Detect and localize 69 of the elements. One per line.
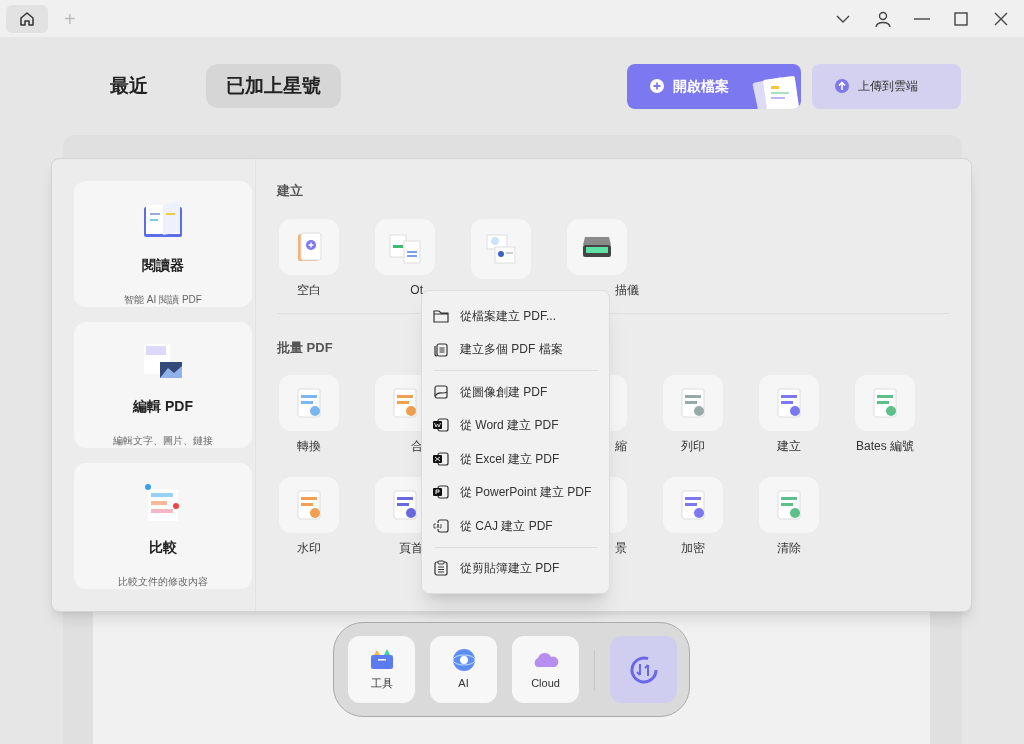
powerpoint-icon: [432, 483, 450, 502]
tool-tile[interactable]: [279, 375, 339, 431]
menu-item[interactable]: 從 PowerPoint 建立 PDF: [422, 475, 609, 509]
tool-tile[interactable]: [855, 375, 915, 431]
open-file-button[interactable]: 開啟檔案: [627, 63, 801, 109]
feature-card[interactable]: 比較 比較文件的修改內容: [74, 463, 252, 589]
card-title: 比較: [149, 538, 177, 557]
menu-item[interactable]: 建立多個 PDF 檔案: [422, 332, 609, 366]
dock-button[interactable]: 工具: [348, 636, 415, 703]
feature-card[interactable]: 編輯 PDF 編輯文字、圖片、鏈接: [74, 322, 252, 448]
caj-icon: [432, 516, 450, 535]
tool-label: 景: [615, 540, 627, 557]
tool-tile[interactable]: [567, 218, 627, 275]
upload-icon: [834, 78, 850, 94]
tool-label: 清除: [776, 540, 802, 557]
maximize-icon: [952, 9, 970, 28]
user-icon: [874, 9, 892, 28]
tool-tile[interactable]: [759, 375, 819, 431]
tool-label: 頁首: [399, 540, 423, 557]
tool-tile[interactable]: [279, 477, 339, 533]
tool-label: 列印: [680, 438, 706, 455]
menu-item[interactable]: 從 Excel 建立 PDF: [422, 442, 609, 476]
section-heading: 建立: [277, 182, 303, 200]
maximize-button[interactable]: [952, 9, 970, 28]
dock-button[interactable]: AI: [430, 636, 497, 703]
menu-item[interactable]: 從剪貼簿建立 PDF: [422, 551, 609, 585]
tool-label: 縮: [615, 438, 627, 455]
tool-tile[interactable]: [279, 218, 339, 275]
copy-icon: [432, 340, 450, 359]
clipboard-icon: [432, 559, 450, 578]
tool-tile[interactable]: [759, 477, 819, 533]
plus-icon: [649, 78, 665, 94]
card-title: 閱讀器: [142, 256, 184, 275]
menu-item[interactable]: 從 Word 建立 PDF: [422, 408, 609, 442]
minimize-button[interactable]: [914, 17, 930, 20]
word-icon: [432, 416, 450, 435]
tool-label: 加密: [680, 540, 706, 557]
feature-card[interactable]: 閱讀器 智能 AI 閱讀 PDF: [74, 181, 252, 307]
image-icon: [432, 382, 450, 401]
tool-tile[interactable]: [663, 477, 723, 533]
tool-label: Bates 編號: [855, 438, 915, 455]
excel-icon: [432, 449, 450, 468]
card-subtitle: 比較文件的修改內容: [118, 575, 208, 589]
tool-label: 轉換: [296, 438, 322, 455]
view-tab[interactable]: 最近: [90, 64, 168, 108]
menu-item[interactable]: 從圖像創建 PDF: [422, 375, 609, 409]
tool-label: 空白: [296, 281, 322, 299]
upload-button[interactable]: 上傳到雲端: [812, 63, 961, 109]
card-subtitle: 編輯文字、圖片、鏈接: [113, 434, 213, 448]
tool-label: 描儀: [615, 281, 639, 299]
tool-tile[interactable]: [375, 218, 435, 275]
tool-label: Ot: [410, 281, 423, 299]
home-tab[interactable]: [6, 4, 48, 33]
tool-label: 水印: [296, 540, 322, 557]
tool-label: 建立: [776, 438, 802, 455]
dock-button[interactable]: Cloud: [512, 636, 579, 703]
section-heading: 批量 PDF: [277, 338, 333, 357]
menu-item[interactable]: 從檔案建立 PDF...: [422, 299, 609, 333]
minimize-icon: [914, 17, 930, 20]
sync-button[interactable]: [610, 636, 677, 703]
menu-item[interactable]: 從 CAJ 建立 PDF: [422, 509, 609, 543]
card-subtitle: 智能 AI 閱讀 PDF: [124, 293, 202, 307]
tool-tile[interactable]: [663, 375, 723, 431]
user-button[interactable]: [874, 9, 892, 28]
tool-tile[interactable]: [471, 218, 531, 279]
home-icon: [18, 9, 36, 28]
view-tab[interactable]: 已加上星號: [206, 64, 341, 108]
card-title: 編輯 PDF: [133, 397, 193, 416]
tool-label: 合: [411, 438, 423, 455]
